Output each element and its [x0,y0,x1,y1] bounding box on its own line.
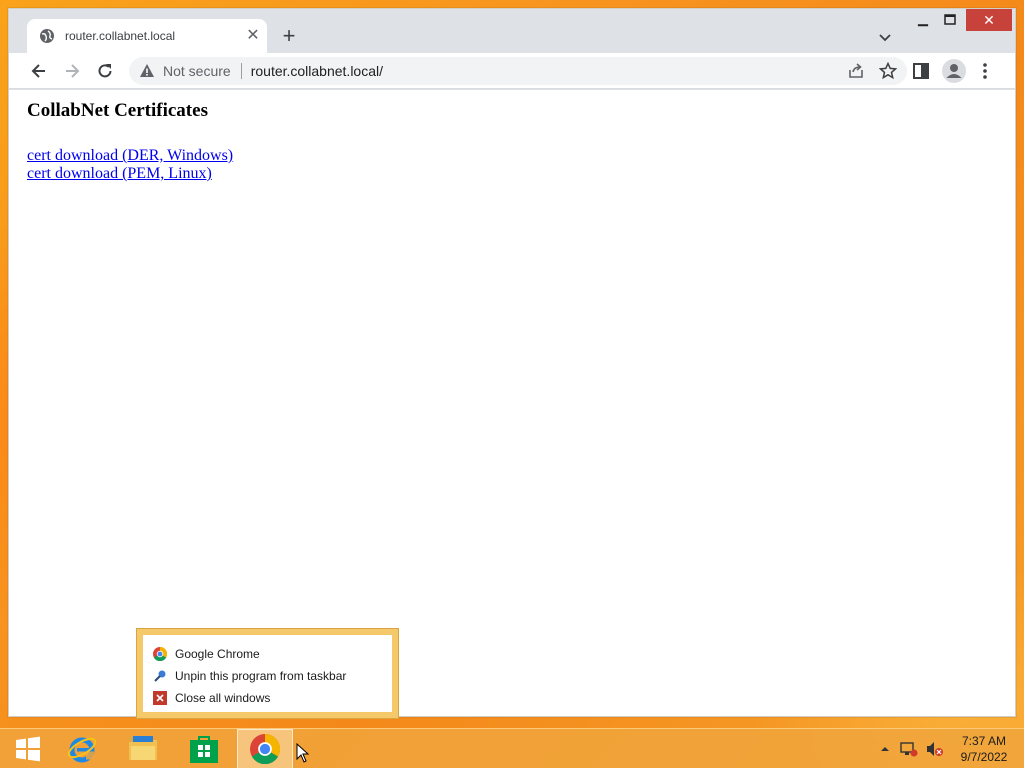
browser-tab[interactable]: router.collabnet.local ✕ [27,19,267,53]
jump-list-item-close-all[interactable]: Close all windows [143,687,392,709]
chrome-icon [250,734,280,764]
side-panel-icon[interactable] [911,61,931,81]
internet-explorer-icon [67,737,97,763]
system-tray: 7:37 AM 9/7/2022 [880,733,1014,765]
minimize-button[interactable]: ▁ [912,9,934,31]
security-label[interactable]: Not secure [163,63,231,79]
jump-list-item-unpin[interactable]: Unpin this program from taskbar [143,665,392,687]
unpin-icon [154,670,166,682]
taskbar-internet-explorer[interactable] [54,729,110,768]
browser-toolbar: Not secure router.collabnet.local/ [9,53,1015,89]
share-icon[interactable] [847,62,865,80]
taskbar-file-explorer[interactable] [115,729,171,768]
clock-time: 7:37 AM [961,734,1007,748]
address-bar[interactable]: Not secure router.collabnet.local/ [129,57,907,85]
bookmark-star-icon[interactable] [879,62,897,80]
taskbar-chrome[interactable] [237,729,293,768]
jump-list-item-chrome[interactable]: Google Chrome [143,643,392,665]
warning-triangle-icon[interactable] [139,63,155,79]
store-icon [190,736,218,763]
download-links: cert download (DER, Windows) cert downlo… [27,147,233,183]
cert-der-windows-link[interactable]: cert download (DER, Windows) [27,147,233,165]
taskbar-clock[interactable]: 7:37 AM 9/7/2022 [954,733,1014,765]
start-button[interactable] [0,729,56,768]
close-windows-icon [153,691,167,705]
jump-list-panel: Google Chrome Unpin this program from ta… [143,635,392,712]
forward-arrow-icon[interactable] [62,61,82,81]
maximize-button[interactable] [939,9,961,31]
page-heading: CollabNet Certificates [27,100,208,121]
cert-pem-linux-link[interactable]: cert download (PEM, Linux) [27,165,233,183]
jump-list-label: Google Chrome [175,647,260,661]
network-icon[interactable] [900,741,918,757]
jump-list-label: Close all windows [175,691,271,705]
file-explorer-icon [129,736,157,760]
clock-date: 9/7/2022 [960,750,1008,764]
new-tab-icon[interactable]: + [279,25,299,47]
taskbar: 7:37 AM 9/7/2022 [0,728,1024,768]
tab-title: router.collabnet.local [65,29,176,43]
page-content: CollabNet Certificates cert download (DE… [9,90,1015,716]
tab-close-icon[interactable]: ✕ [245,28,261,44]
chrome-window: router.collabnet.local ✕ + ▁ ✕ Not secur… [8,8,1016,717]
show-hidden-icons-icon[interactable] [880,744,890,754]
reload-icon[interactable] [95,61,115,81]
jump-list-label: Unpin this program from taskbar [175,669,347,683]
close-window-button[interactable]: ✕ [966,9,1012,31]
url-text[interactable]: router.collabnet.local/ [251,63,847,79]
taskbar-jump-list: Google Chrome Unpin this program from ta… [136,628,399,719]
maximize-icon [944,14,956,25]
globe-icon [40,29,54,43]
taskbar-store[interactable] [176,729,232,768]
chrome-icon [153,647,167,661]
menu-kebab-icon[interactable] [975,61,995,81]
back-arrow-icon[interactable] [29,61,49,81]
tab-search-chevron-icon[interactable] [877,29,893,45]
start-icon [16,736,40,762]
volume-muted-icon[interactable] [926,741,944,757]
title-bar: router.collabnet.local ✕ + ▁ ✕ [9,9,1015,53]
mouse-cursor-icon [296,743,310,763]
profile-avatar-icon[interactable] [942,59,966,83]
address-separator [240,63,242,79]
